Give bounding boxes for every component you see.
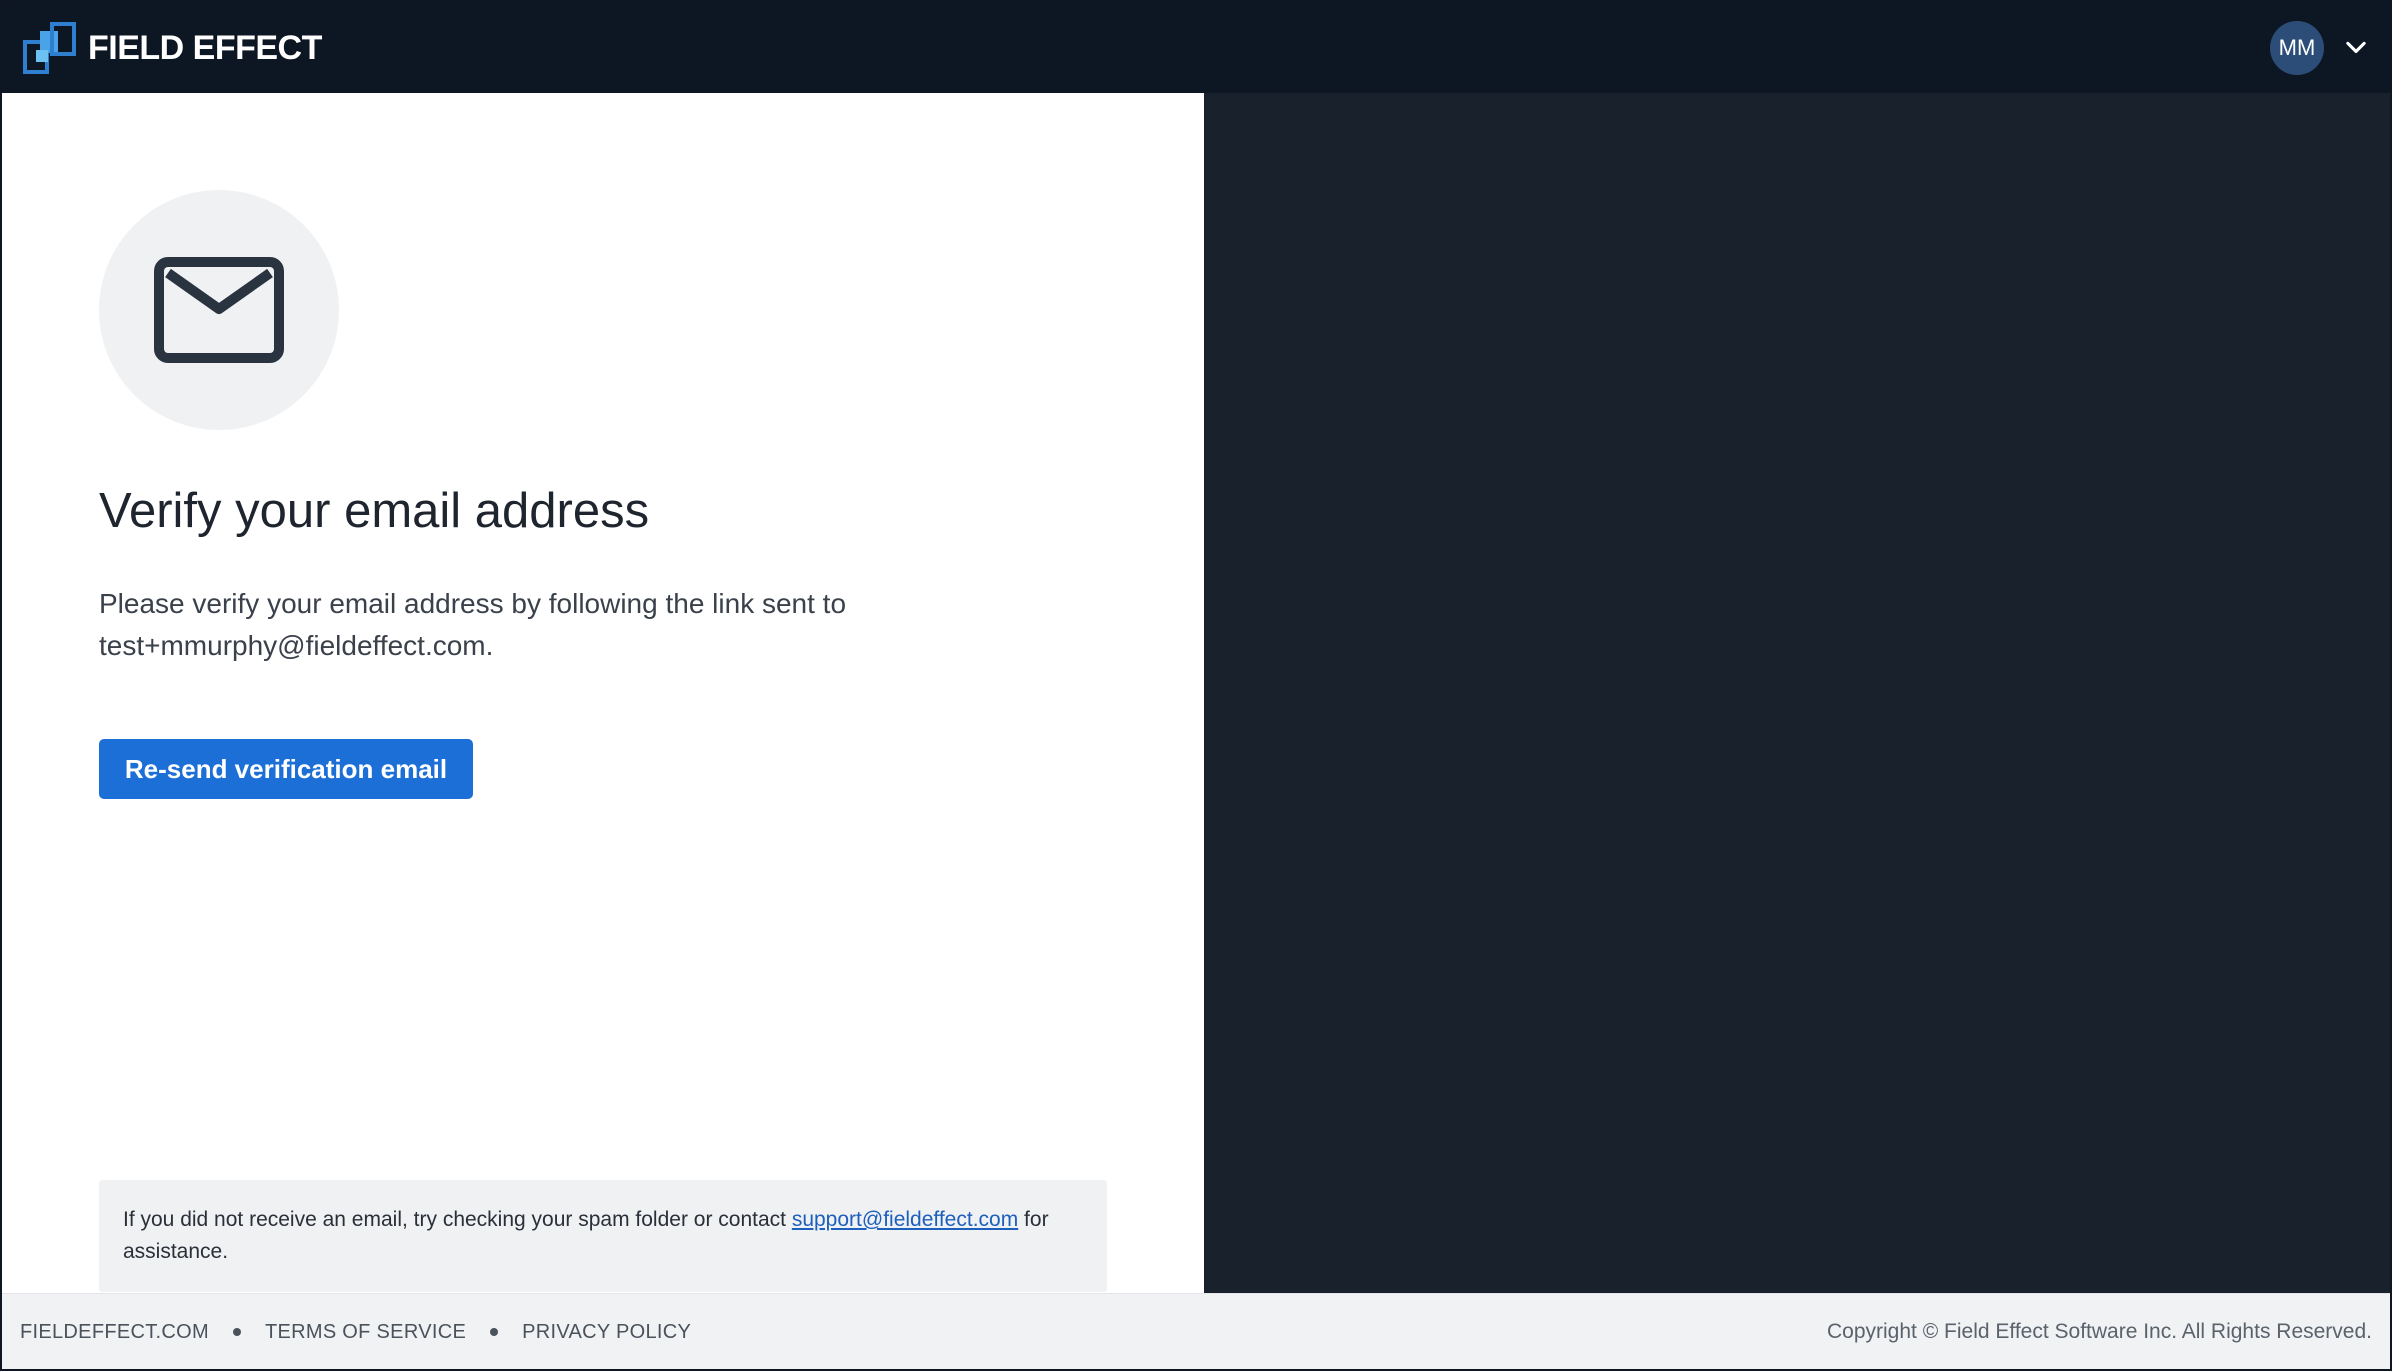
verify-description: Please verify your email address by foll… [99, 588, 847, 661]
footer-separator [490, 1328, 499, 1336]
notice-text-before: If you did not receive an email, try che… [123, 1208, 792, 1231]
mail-icon [154, 257, 284, 363]
field-effect-logo-icon [23, 22, 76, 74]
spam-notice: If you did not receive an email, try che… [99, 1180, 1107, 1292]
top-nav-bar: FIELD EFFECT MM [2, 2, 2390, 93]
support-email-link[interactable]: support@fieldeffect.com [792, 1208, 1018, 1231]
mail-icon-container [99, 190, 339, 430]
copyright-text: Copyright © Field Effect Software Inc. A… [1827, 1320, 2372, 1343]
user-initials: MM [2278, 35, 2316, 60]
verify-email-panel: Verify your email address Please verify … [2, 93, 1204, 1295]
user-menu[interactable]: MM [2270, 20, 2370, 76]
resend-verification-button[interactable]: Re-send verification email [99, 739, 473, 799]
brand-logo[interactable]: FIELD EFFECT [22, 20, 322, 76]
footer-link-fieldeffect[interactable]: FIELDEFFECT.COM [20, 1321, 209, 1344]
side-illustration-panel [1204, 93, 2390, 1295]
footer-link-terms[interactable]: TERMS OF SERVICE [265, 1321, 466, 1344]
user-avatar[interactable]: MM [2270, 21, 2324, 75]
app-window: FIELD EFFECT MM Verify your email addres… [0, 0, 2392, 1371]
footer-links: FIELDEFFECT.COM TERMS OF SERVICE PRIVACY… [20, 1294, 691, 1369]
footer-separator [232, 1328, 241, 1336]
footer-link-privacy[interactable]: PRIVACY POLICY [522, 1321, 691, 1344]
chevron-down-icon[interactable] [2342, 34, 2370, 62]
brand-name: FIELD EFFECT [88, 28, 322, 67]
footer: FIELDEFFECT.COM TERMS OF SERVICE PRIVACY… [2, 1293, 2390, 1369]
page-title: Verify your email address [99, 484, 650, 538]
